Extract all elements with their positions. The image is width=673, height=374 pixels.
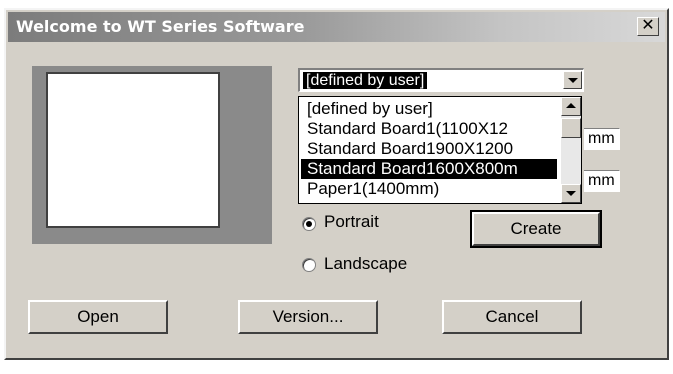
- scroll-thumb[interactable]: [561, 118, 581, 138]
- window-title: Welcome to WT Series Software: [16, 17, 305, 36]
- board-size-selected-value: [defined by user]: [303, 72, 428, 89]
- height-unit-label: mm: [588, 172, 615, 189]
- portrait-label[interactable]: Portrait: [324, 212, 379, 232]
- version-button[interactable]: Version...: [238, 300, 378, 334]
- scroll-down-arrow-icon: [566, 191, 576, 196]
- scroll-up-button[interactable]: [561, 97, 581, 116]
- dropdown-scrollbar[interactable]: [561, 97, 581, 203]
- landscape-radio[interactable]: [302, 258, 316, 272]
- page-preview: [46, 72, 220, 228]
- scroll-down-button[interactable]: [561, 184, 581, 203]
- scroll-up-arrow-icon: [566, 103, 576, 108]
- open-button[interactable]: Open: [28, 300, 168, 334]
- close-icon: ✕: [641, 17, 655, 34]
- create-button[interactable]: Create: [470, 210, 602, 248]
- board-size-option[interactable]: Standard Board1900X1200: [301, 139, 557, 159]
- board-size-option[interactable]: Paper1(1400mm): [301, 179, 557, 199]
- welcome-dialog: Welcome to WT Series Software ✕ [defined…: [4, 8, 669, 360]
- width-unit-label: mm: [588, 130, 615, 147]
- chevron-down-icon: [568, 78, 578, 83]
- title-bar[interactable]: Welcome to WT Series Software ✕: [8, 12, 665, 42]
- board-size-dropdown-button[interactable]: [563, 71, 582, 89]
- portrait-radio[interactable]: [302, 217, 316, 231]
- board-size-option-highlighted[interactable]: Standard Board1600X800m: [301, 159, 557, 179]
- close-button[interactable]: ✕: [637, 17, 659, 36]
- landscape-label[interactable]: Landscape: [324, 254, 407, 274]
- radio-selected-dot: [306, 221, 312, 227]
- board-size-option[interactable]: [defined by user]: [301, 99, 557, 119]
- cancel-button[interactable]: Cancel: [442, 300, 582, 334]
- board-size-option[interactable]: Standard Board1(1100X12: [301, 119, 557, 139]
- page-preview-frame: [32, 66, 272, 244]
- board-size-dropdown-list[interactable]: [defined by user] Standard Board1(1100X1…: [298, 96, 582, 204]
- board-size-select[interactable]: [defined by user]: [298, 68, 584, 92]
